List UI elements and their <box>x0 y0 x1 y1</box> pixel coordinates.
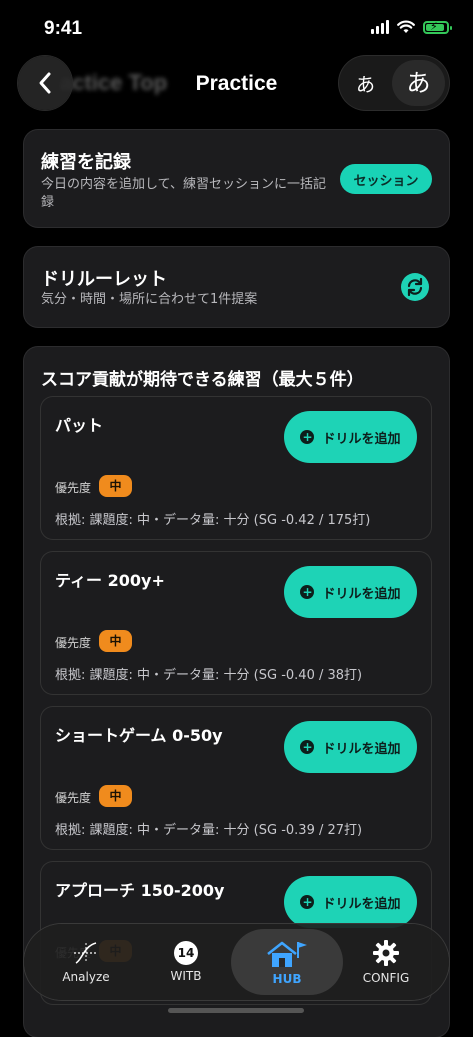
plus-circle-icon: + <box>300 895 315 909</box>
status-bar: 9:41 ⚡ <box>0 0 473 58</box>
roulette-card-title: ドリルーレット <box>41 269 167 290</box>
battery-charging-icon: ⚡ <box>423 20 452 34</box>
session-button[interactable]: セッション <box>340 164 432 194</box>
hub-house-flag-icon <box>267 941 307 967</box>
home-indicator <box>168 1008 304 1013</box>
plus-circle-icon: + <box>300 585 315 599</box>
priority-badge: 中 <box>99 630 132 652</box>
record-practice-card: 練習を記録 今日の内容を追加して、練習セッションに一括記録 セッション <box>24 130 449 227</box>
tab-analyze-label: Analyze <box>62 970 110 984</box>
chevron-left-icon <box>39 72 51 94</box>
witb-badge-icon: 14 <box>174 941 198 965</box>
drill-basis: 根拠: 課題度: 中・データ量: 十分 (SG -0.39 / 27打) <box>55 823 363 838</box>
record-card-subtitle: 今日の内容を追加して、練習セッションに一括記録 <box>41 177 326 210</box>
tab-config[interactable]: CONFIG <box>338 924 434 1000</box>
add-drill-button[interactable]: + ドリルを追加 <box>284 876 417 928</box>
drill-item: パット + ドリルを追加 優先度 中 根拠: 課題度: 中・データ量: 十分 (S… <box>41 397 431 539</box>
tab-bar: Analyze 14 WITB HUB CONFIG <box>24 924 449 1000</box>
drill-item: ティー 200y+ + ドリルを追加 優先度 中 根拠: 課題度: 中・データ量:… <box>41 552 431 694</box>
status-time: 9:41 <box>44 18 83 39</box>
drill-name: ショートゲーム 0-50y <box>55 726 223 745</box>
lang-option-hiragana-large[interactable]: あ <box>392 60 445 106</box>
nav-header: actice Top Practice あ あ <box>0 56 473 112</box>
drill-basis: 根拠: 課題度: 中・データ量: 十分 (SG -0.40 / 38打) <box>55 668 363 683</box>
priority-label: 優先度 <box>55 636 92 650</box>
tab-witb-label: WITB <box>170 969 202 983</box>
priority-label: 優先度 <box>55 791 92 805</box>
back-button[interactable] <box>18 56 72 110</box>
priority-badge: 中 <box>99 475 132 497</box>
priority-badge: 中 <box>99 785 132 807</box>
analyze-icon <box>74 942 98 964</box>
drill-name: パット <box>55 416 104 435</box>
plus-circle-icon: + <box>300 740 315 754</box>
language-toggle[interactable]: あ あ <box>339 56 449 110</box>
tab-config-label: CONFIG <box>362 971 410 985</box>
drill-name: アプローチ 150-200y <box>55 881 225 900</box>
priority-label: 優先度 <box>55 481 92 495</box>
record-card-title: 練習を記録 <box>41 152 131 173</box>
recommended-drills-title: スコア貢献が期待できる練習（最大５件） <box>41 370 364 390</box>
add-drill-button[interactable]: + ドリルを追加 <box>284 721 417 773</box>
tab-witb[interactable]: 14 WITB <box>138 924 234 1000</box>
plus-circle-icon: + <box>300 430 315 444</box>
lang-option-hiragana-small[interactable]: あ <box>339 70 392 97</box>
tab-analyze[interactable]: Analyze <box>38 924 134 1000</box>
drill-roulette-card[interactable]: ドリルーレット 気分・時間・場所に合わせて1件提案 <box>24 247 449 327</box>
drill-item: ショートゲーム 0-50y + ドリルを追加 優先度 中 根拠: 課題度: 中・デ… <box>41 707 431 849</box>
add-drill-button[interactable]: + ドリルを追加 <box>284 566 417 618</box>
status-icons: ⚡ <box>371 20 452 34</box>
cellular-signal-icon <box>371 20 389 34</box>
tab-hub[interactable]: HUB <box>231 929 343 995</box>
add-drill-button[interactable]: + ドリルを追加 <box>284 411 417 463</box>
roulette-card-subtitle: 気分・時間・場所に合わせて1件提案 <box>41 292 258 307</box>
tab-hub-label: HUB <box>272 972 302 986</box>
gear-icon <box>373 940 399 966</box>
wifi-icon <box>397 20 415 33</box>
refresh-icon[interactable] <box>401 273 429 301</box>
drill-basis: 根拠: 課題度: 中・データ量: 十分 (SG -0.42 / 175打) <box>55 513 371 528</box>
drill-name: ティー 200y+ <box>55 571 165 590</box>
